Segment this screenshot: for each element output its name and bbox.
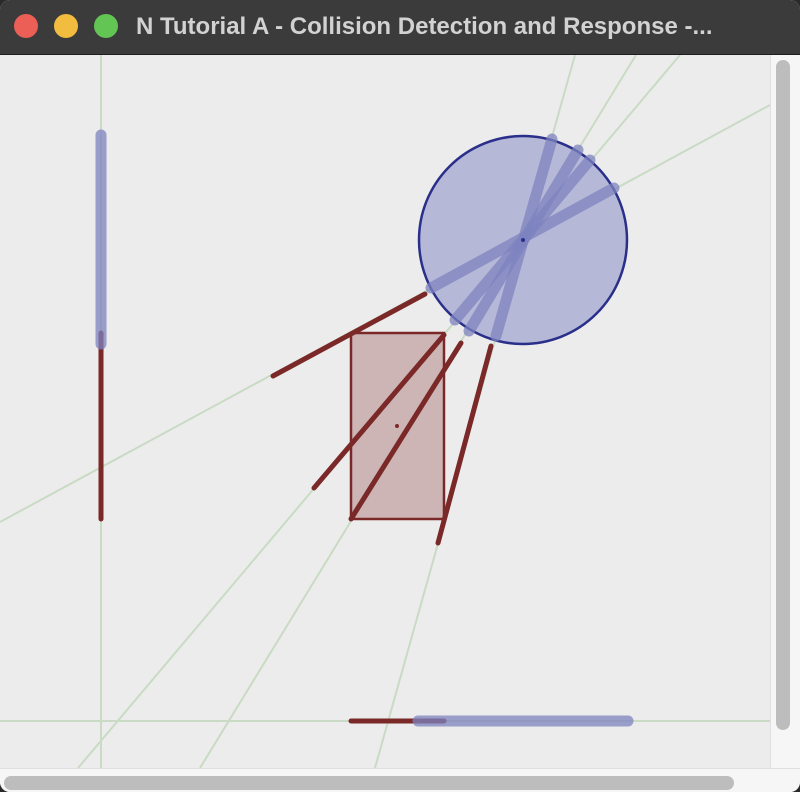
app-window: N Tutorial A - Collision Detection and R… [0,0,800,792]
rectangle-center-dot [395,424,399,428]
window-title: N Tutorial A - Collision Detection and R… [136,13,713,40]
circle-center-dot [521,238,525,242]
simulation-canvas[interactable] [0,55,770,768]
horizontal-scroll-thumb[interactable] [4,776,734,790]
scene-svg[interactable] [0,55,770,768]
projection-line [435,343,494,546]
vertical-scroll-thumb[interactable] [776,60,790,730]
title-bar[interactable]: N Tutorial A - Collision Detection and R… [0,0,800,55]
minimize-button[interactable] [54,14,78,38]
close-button[interactable] [14,14,38,38]
maximize-button[interactable] [94,14,118,38]
